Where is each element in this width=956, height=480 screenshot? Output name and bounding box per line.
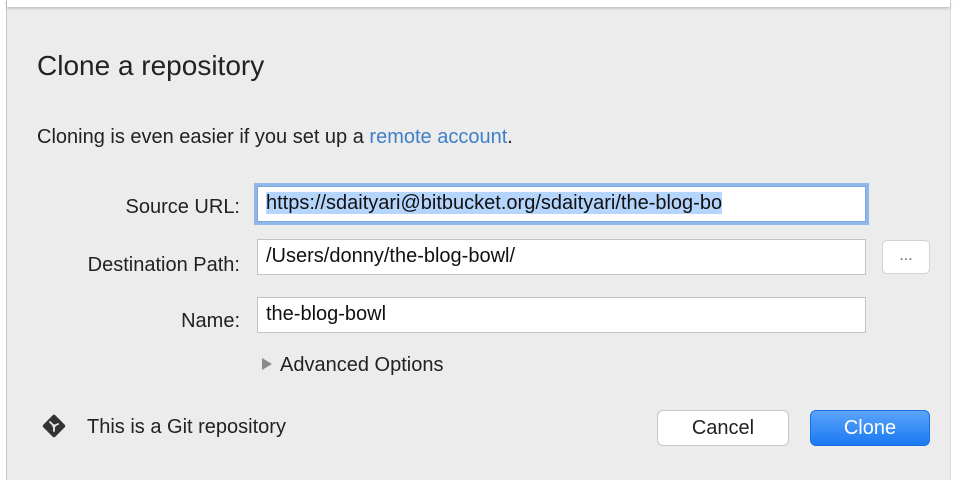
cancel-button[interactable]: Cancel	[657, 410, 789, 446]
disclosure-triangle-icon	[262, 358, 272, 370]
destination-path-input[interactable]: /Users/donny/the-blog-bowl/	[257, 239, 866, 275]
info-prefix: Cloning is even easier if you set up a	[37, 126, 370, 148]
destination-path-label: Destination Path:	[87, 254, 240, 276]
source-url-input[interactable]: https://sdaityari@bitbucket.org/sdaityar…	[257, 186, 866, 222]
repository-type-text: This is a Git repository	[87, 416, 286, 438]
source-url-value: https://sdaityari@bitbucket.org/sdaityar…	[266, 192, 723, 214]
name-value: the-blog-bowl	[266, 303, 387, 325]
browse-button[interactable]: ...	[882, 240, 930, 274]
name-input[interactable]: the-blog-bowl	[257, 297, 866, 333]
remote-account-link[interactable]: remote account	[369, 126, 507, 148]
advanced-options-toggle[interactable]: Advanced Options	[262, 354, 443, 377]
advanced-options-label: Advanced Options	[280, 354, 444, 376]
name-label: Name:	[181, 310, 240, 332]
window-right-edge	[950, 0, 956, 480]
dialog-title: Clone a repository	[37, 50, 265, 81]
info-text: Cloning is even easier if you set up a r…	[37, 126, 513, 149]
window-left-edge	[0, 0, 7, 480]
info-suffix: .	[507, 126, 513, 148]
git-diamond-icon	[42, 414, 66, 438]
window: Clone a repository Cloning is even easie…	[0, 0, 956, 480]
destination-path-value: /Users/donny/the-blog-bowl/	[266, 245, 516, 267]
source-url-label: Source URL:	[125, 196, 241, 218]
dialog-top-edge	[7, 0, 950, 7]
clone-button[interactable]: Clone	[810, 410, 930, 446]
